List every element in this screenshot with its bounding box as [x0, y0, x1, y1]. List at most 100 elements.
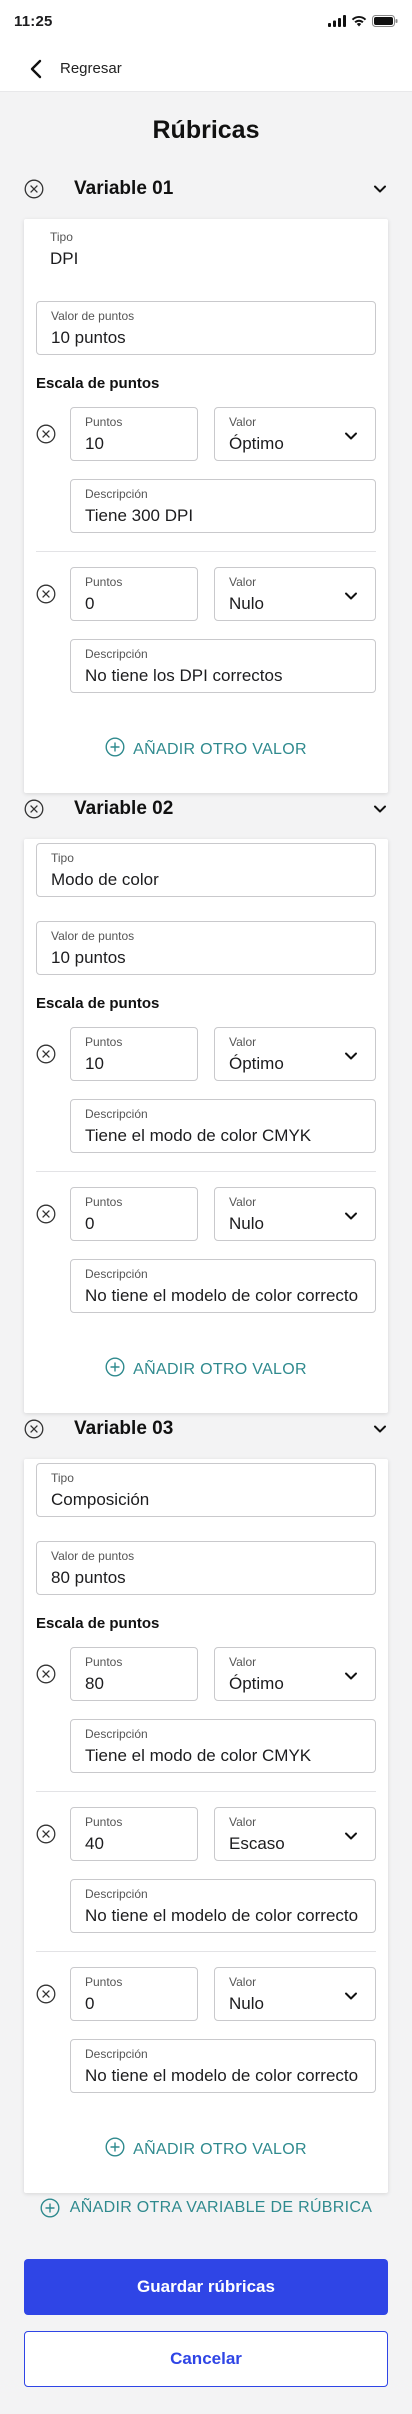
field-value: 40: [85, 1834, 104, 1853]
field-label: Descripción: [85, 2047, 148, 2061]
field-value: 80: [85, 1674, 104, 1693]
field-value: Tiene 300 DPI: [85, 506, 194, 525]
valor-select[interactable]: Valor Nulo: [214, 1187, 376, 1241]
field-label: Valor de puntos: [51, 309, 135, 323]
field-label: Puntos: [85, 1195, 123, 1209]
field-label: Descripción: [85, 1727, 148, 1741]
descripcion-field[interactable]: Descripción No tiene el modelo de color c…: [70, 1259, 376, 1313]
save-rubrics-button[interactable]: Guardar rúbricas: [24, 2259, 388, 2315]
puntos-field[interactable]: Puntos 10: [70, 1027, 198, 1081]
remove-circle-icon[interactable]: [36, 1984, 56, 2004]
variable-card: Tipo DPI Valor de puntos 10 puntos Escala de…: [24, 219, 388, 793]
variable-header[interactable]: Variable 03: [0, 1409, 412, 1449]
descripcion-field[interactable]: Descripción Tiene 300 DPI: [70, 479, 376, 533]
add-value-button[interactable]: AÑADIR OTRO VALOR: [24, 2137, 388, 2162]
valor-select[interactable]: Valor Óptimo: [214, 407, 376, 461]
valor-puntos-field[interactable]: Valor de puntos 10 puntos: [36, 921, 376, 975]
remove-circle-icon[interactable]: [36, 584, 56, 604]
remove-circle-icon[interactable]: [36, 424, 56, 444]
field-label: Valor de puntos: [51, 1549, 135, 1563]
field-label: Puntos: [85, 1815, 123, 1829]
scale-heading: Escala de puntos: [36, 375, 160, 392]
field-value: 10 puntos: [51, 948, 126, 967]
add-variable-button[interactable]: AÑADIR OTRA VARIABLE DE RÚBRICA: [0, 2198, 412, 2218]
remove-circle-icon[interactable]: [24, 1419, 44, 1439]
add-value-label: AÑADIR OTRO VALOR: [133, 2140, 307, 2158]
cancel-button[interactable]: Cancelar: [24, 2331, 388, 2387]
add-value-label: AÑADIR OTRO VALOR: [133, 740, 307, 758]
remove-circle-icon[interactable]: [36, 1044, 56, 1064]
puntos-field[interactable]: Puntos 40: [70, 1807, 198, 1861]
variable-card: Tipo Modo de color Valor de puntos 10 punto…: [24, 839, 388, 1413]
tipo-field[interactable]: Tipo DPI: [36, 223, 376, 277]
field-value: Escaso: [229, 1834, 285, 1853]
chevron-down-icon[interactable]: [343, 1048, 359, 1064]
chevron-down-icon[interactable]: [343, 588, 359, 604]
field-label: Valor: [229, 1195, 257, 1209]
field-value: Óptimo: [229, 434, 284, 453]
chevron-down-icon[interactable]: [372, 1421, 388, 1437]
remove-circle-icon[interactable]: [24, 179, 44, 199]
page-title: Rúbricas: [152, 116, 260, 144]
field-label: Tipo: [50, 230, 73, 244]
field-value: Tiene el modo de color CMYK: [85, 1746, 312, 1765]
descripcion-field[interactable]: Descripción No tiene el modelo de color c…: [70, 1879, 376, 1933]
puntos-field[interactable]: Puntos 80: [70, 1647, 198, 1701]
field-value: DPI: [50, 249, 79, 268]
battery-icon: [372, 15, 398, 27]
add-value-button[interactable]: AÑADIR OTRO VALOR: [24, 737, 388, 762]
remove-circle-icon[interactable]: [36, 1824, 56, 1844]
nav-bar: Regresar: [0, 44, 412, 92]
remove-circle-icon[interactable]: [36, 1204, 56, 1224]
remove-circle-icon[interactable]: [24, 799, 44, 819]
valor-puntos-field[interactable]: Valor de puntos 10 puntos: [36, 301, 376, 355]
plus-circle-icon: [105, 737, 125, 762]
chevron-down-icon[interactable]: [343, 1828, 359, 1844]
status-time: 11:25: [14, 13, 53, 30]
wifi-icon: [351, 15, 367, 27]
puntos-field[interactable]: Puntos 10: [70, 407, 198, 461]
tipo-field[interactable]: Tipo Composición: [36, 1463, 376, 1517]
field-label: Tipo: [51, 851, 74, 865]
chevron-down-icon[interactable]: [372, 181, 388, 197]
chevron-left-icon: [30, 59, 42, 79]
variable-header[interactable]: Variable 01: [0, 169, 412, 209]
back-button[interactable]: [24, 57, 48, 81]
variable-header[interactable]: Variable 02: [0, 789, 412, 829]
field-label: Puntos: [85, 415, 123, 429]
descripcion-field[interactable]: Descripción No tiene el modelo de color c…: [70, 2039, 376, 2093]
status-icons: [328, 15, 398, 27]
field-value: Óptimo: [229, 1674, 284, 1693]
descripcion-field[interactable]: Descripción Tiene el modo de color CMYK: [70, 1099, 376, 1153]
status-bar: 11:25: [0, 0, 412, 44]
field-label: Valor: [229, 1035, 257, 1049]
chevron-down-icon[interactable]: [343, 1208, 359, 1224]
plus-circle-icon: [40, 2198, 60, 2218]
valor-select[interactable]: Valor Óptimo: [214, 1647, 376, 1701]
puntos-field[interactable]: Puntos 0: [70, 1187, 198, 1241]
field-label: Puntos: [85, 1035, 123, 1049]
chevron-down-icon[interactable]: [343, 1668, 359, 1684]
variable-card: Tipo Composición Valor de puntos 80 puntos E…: [24, 1459, 388, 2193]
add-value-button[interactable]: AÑADIR OTRO VALOR: [24, 1357, 388, 1382]
chevron-down-icon[interactable]: [343, 428, 359, 444]
field-label: Descripción: [85, 1107, 148, 1121]
tipo-field[interactable]: Tipo Modo de color: [36, 843, 376, 897]
puntos-field[interactable]: Puntos 0: [70, 567, 198, 621]
puntos-field[interactable]: Puntos 0: [70, 1967, 198, 2021]
descripcion-field[interactable]: Descripción No tiene los DPI correctos: [70, 639, 376, 693]
variable-title: Variable 02: [74, 798, 174, 819]
valor-select[interactable]: Valor Óptimo: [214, 1027, 376, 1081]
valor-select[interactable]: Valor Nulo: [214, 1967, 376, 2021]
chevron-down-icon[interactable]: [343, 1988, 359, 2004]
valor-select[interactable]: Valor Nulo: [214, 567, 376, 621]
descripcion-field[interactable]: Descripción Tiene el modo de color CMYK: [70, 1719, 376, 1773]
field-value: 10 puntos: [51, 328, 126, 347]
chevron-down-icon[interactable]: [372, 801, 388, 817]
valor-select[interactable]: Valor Escaso: [214, 1807, 376, 1861]
field-value: Óptimo: [229, 1054, 284, 1073]
back-label[interactable]: Regresar: [60, 60, 122, 77]
divider: [36, 1791, 376, 1792]
valor-puntos-field[interactable]: Valor de puntos 80 puntos: [36, 1541, 376, 1595]
remove-circle-icon[interactable]: [36, 1664, 56, 1684]
